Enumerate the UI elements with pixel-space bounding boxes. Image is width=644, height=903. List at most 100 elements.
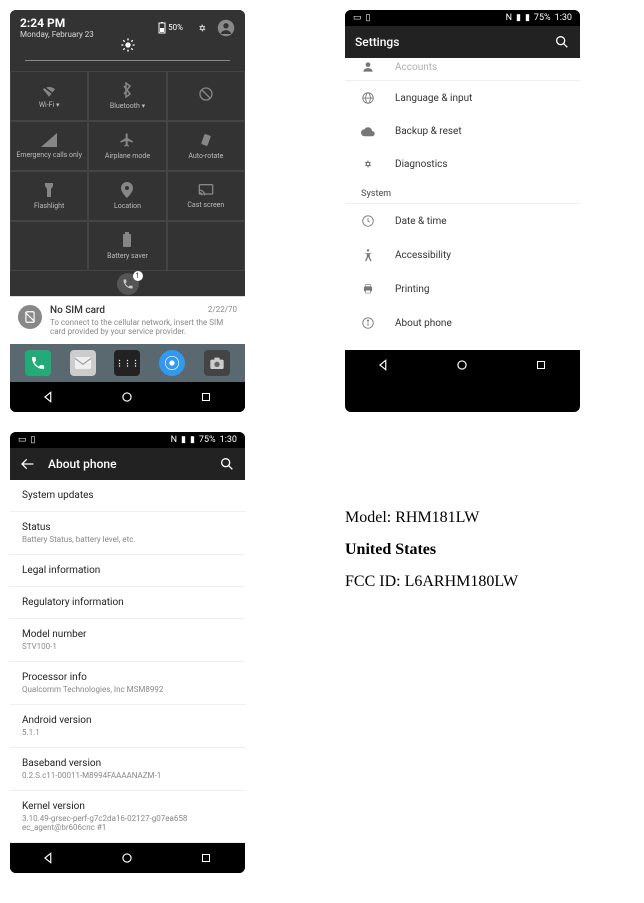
about-item-title: Baseband version [22, 758, 233, 769]
time-date: 2:24 PM Monday, February 23 [20, 16, 94, 39]
about-item-subtitle: STV100-1 [22, 642, 233, 651]
about-item[interactable]: Processor infoQualcomm Technologies, Inc… [10, 662, 245, 705]
settings-item-printing[interactable]: Printing [345, 272, 580, 306]
brightness-icon [117, 37, 139, 53]
qs-tile-wifi[interactable]: Wi-Fi ▾ [10, 71, 88, 121]
settings-item-datetime[interactable]: Date & time [345, 204, 580, 238]
clock-icon [361, 214, 377, 228]
about-item[interactable]: Regulatory information [10, 587, 245, 619]
about-item[interactable]: Status Battery Status, battery level, etc… [10, 512, 245, 555]
notif-time: 2/22/70 [208, 305, 237, 316]
phone-badge-icon: 1 [117, 273, 139, 295]
brightness-slider[interactable] [10, 45, 245, 71]
notif-title: No SIM card [50, 305, 105, 316]
qs-tile-flashlight[interactable]: Flashlight [10, 171, 88, 221]
model-line: Model: RHM181LW [345, 502, 518, 534]
dock-phone[interactable] [25, 350, 51, 376]
app-bar: Settings [345, 26, 580, 58]
signal-icon: ▮ [181, 435, 186, 445]
clock: 2:24 PM [20, 16, 94, 30]
nav-back[interactable] [376, 357, 392, 373]
signal-icon: ▮ [516, 13, 521, 23]
about-item[interactable]: Baseband version0.2.S.c11-00011-M8994FAA… [10, 748, 245, 791]
nav-bar [10, 382, 245, 412]
about-item[interactable]: Model numberSTV100-1 [10, 619, 245, 662]
page-title: About phone [48, 457, 207, 471]
cloud-icon [361, 125, 377, 137]
nav-home[interactable] [119, 850, 135, 866]
dnd-icon [198, 86, 214, 102]
about-item-title: System updates [22, 490, 233, 501]
nosim-icon [18, 305, 42, 329]
settings-item-accounts[interactable]: Accounts [345, 58, 580, 80]
nav-bar [10, 843, 245, 873]
qs-tile-airplane[interactable]: Airplane mode [88, 121, 166, 171]
notification-nosim[interactable]: No SIM card 2/22/70 To connect to the ce… [10, 296, 245, 344]
fcc-line: FCC ID: L6ARHM180LW [345, 566, 518, 598]
back-icon[interactable] [20, 456, 36, 472]
rotate-icon [198, 132, 214, 148]
page-title: Settings [355, 35, 542, 49]
dock-camera[interactable] [204, 350, 230, 376]
about-item[interactable]: Legal information [10, 555, 245, 587]
dock-mail[interactable] [70, 350, 96, 376]
info-icon [361, 316, 377, 330]
nav-home[interactable] [119, 389, 135, 405]
qs-tile-dnd[interactable] [167, 71, 245, 121]
settings-phone: ▭ ▯ N ▮ ▮ 75% 1:30 Settings Accounts [345, 10, 580, 412]
about-item[interactable]: System updates [10, 480, 245, 512]
about-item-title: Status [22, 522, 233, 533]
qs-tile-bluetooth[interactable]: Bluetooth ▾ [88, 71, 166, 121]
about-item[interactable]: Kernel version3.10.49-grsec-perf-g7c2da1… [10, 791, 245, 843]
nav-recent[interactable] [533, 357, 549, 373]
battery-pct: 75% [534, 13, 551, 23]
accounts-icon [361, 60, 377, 74]
quick-settings-phone: 2:24 PM Monday, February 23 50% [10, 10, 245, 412]
battery-icon: ▮ [525, 13, 530, 23]
battery-saver-icon [122, 232, 132, 248]
bluetooth-icon [121, 82, 133, 98]
about-phone: ▭ ▯ N ▮ ▮ 75% 1:30 About phone System up… [10, 432, 245, 873]
settings-item-about[interactable]: About phone [345, 306, 580, 340]
qs-tile-signal[interactable]: Emergency calls only [10, 121, 88, 171]
about-item-subtitle: Battery Status, battery level, etc. [22, 535, 233, 544]
settings-item-backup[interactable]: Backup & reset [345, 115, 580, 147]
search-icon[interactable] [554, 34, 570, 50]
settings-icon[interactable] [193, 21, 207, 35]
airplane-icon [119, 132, 135, 148]
settings-item-language[interactable]: Language & input [345, 81, 580, 115]
dock-bbm[interactable]: ⋮⋮⋮ [114, 350, 140, 376]
qs-tile-location[interactable]: Location [88, 171, 166, 221]
search-icon[interactable] [219, 456, 235, 472]
about-item-title: Regulatory information [22, 597, 233, 608]
status-icon: ▯ [31, 435, 36, 445]
about-item-subtitle: 5.1.1 [22, 728, 233, 737]
battery-icon: ▮ [190, 435, 195, 445]
status-icon: ▭ [18, 435, 27, 445]
nav-back[interactable] [41, 389, 57, 405]
cast-icon [198, 183, 214, 197]
dock: ⋮⋮⋮ [10, 344, 245, 382]
section-system: System [345, 181, 580, 204]
about-item-title: Processor info [22, 672, 233, 683]
about-item-title: Android version [22, 715, 233, 726]
date: Monday, February 23 [20, 30, 94, 39]
dock-browser[interactable] [159, 350, 185, 376]
qs-tile-battery-saver[interactable]: Battery saver [88, 221, 166, 271]
nav-recent[interactable] [198, 389, 214, 405]
nav-home[interactable] [454, 357, 470, 373]
app-bar: About phone [10, 448, 245, 480]
settings-item-diagnostics[interactable]: Diagnostics [345, 147, 580, 181]
user-icon[interactable] [217, 19, 235, 37]
settings-item-accessibility[interactable]: Accessibility [345, 238, 580, 272]
clock: 1:30 [555, 13, 572, 23]
info-text-block: Model: RHM181LW United States FCC ID: L6… [345, 502, 518, 873]
qs-tile-rotate[interactable]: Auto-rotate [167, 121, 245, 171]
nav-recent[interactable] [198, 850, 214, 866]
about-item[interactable]: Android version 5.1.1 [10, 705, 245, 748]
flashlight-icon [44, 182, 54, 198]
qs-tile-cast[interactable]: Cast screen [167, 171, 245, 221]
nav-back[interactable] [41, 850, 57, 866]
nav-bar [345, 350, 580, 380]
status-n: N [171, 435, 177, 445]
